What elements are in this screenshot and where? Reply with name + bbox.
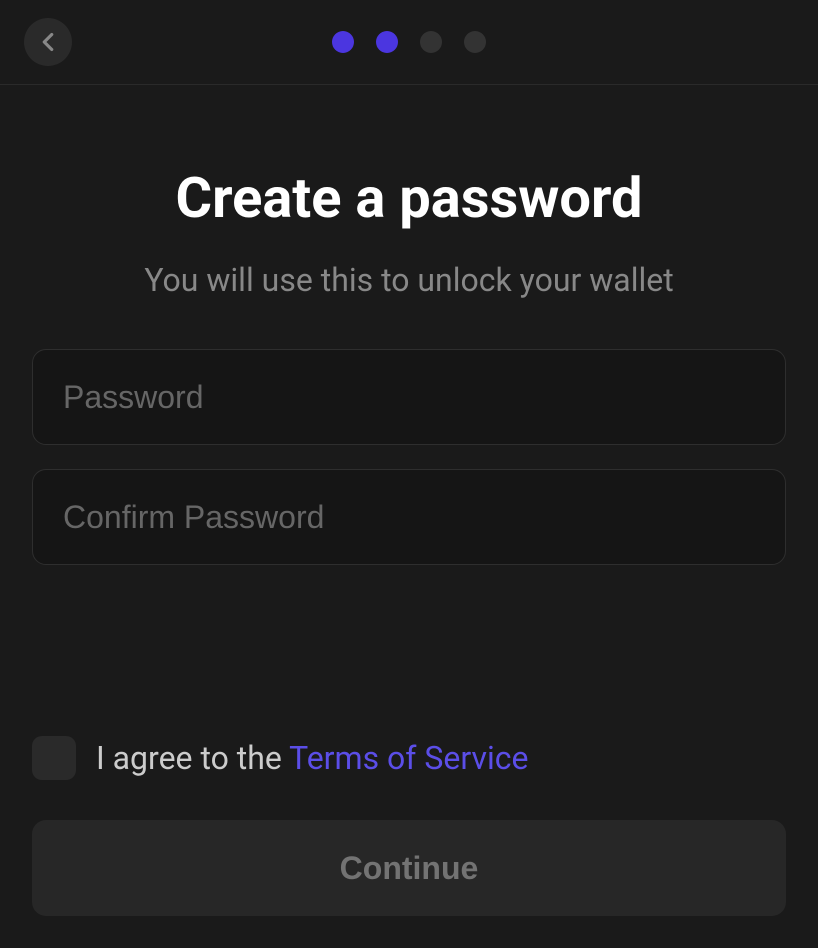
terms-text: I agree to the Terms of Service xyxy=(96,739,528,777)
continue-button[interactable]: Continue xyxy=(32,820,786,916)
password-input[interactable] xyxy=(32,349,786,445)
progress-dot-4 xyxy=(464,31,486,53)
progress-dot-1 xyxy=(332,31,354,53)
progress-indicator xyxy=(332,31,486,53)
page-subtitle: You will use this to unlock your wallet xyxy=(32,261,786,299)
terms-prefix: I agree to the xyxy=(96,739,289,777)
terms-row: I agree to the Terms of Service xyxy=(32,736,786,780)
chevron-left-icon xyxy=(41,32,55,52)
terms-of-service-link[interactable]: Terms of Service xyxy=(289,739,528,777)
back-button[interactable] xyxy=(24,18,72,66)
progress-dot-2 xyxy=(376,31,398,53)
main-content: Create a password You will use this to u… xyxy=(0,85,818,948)
header xyxy=(0,0,818,85)
confirm-password-input[interactable] xyxy=(32,469,786,565)
progress-dot-3 xyxy=(420,31,442,53)
terms-checkbox[interactable] xyxy=(32,736,76,780)
page-title: Create a password xyxy=(32,165,786,231)
